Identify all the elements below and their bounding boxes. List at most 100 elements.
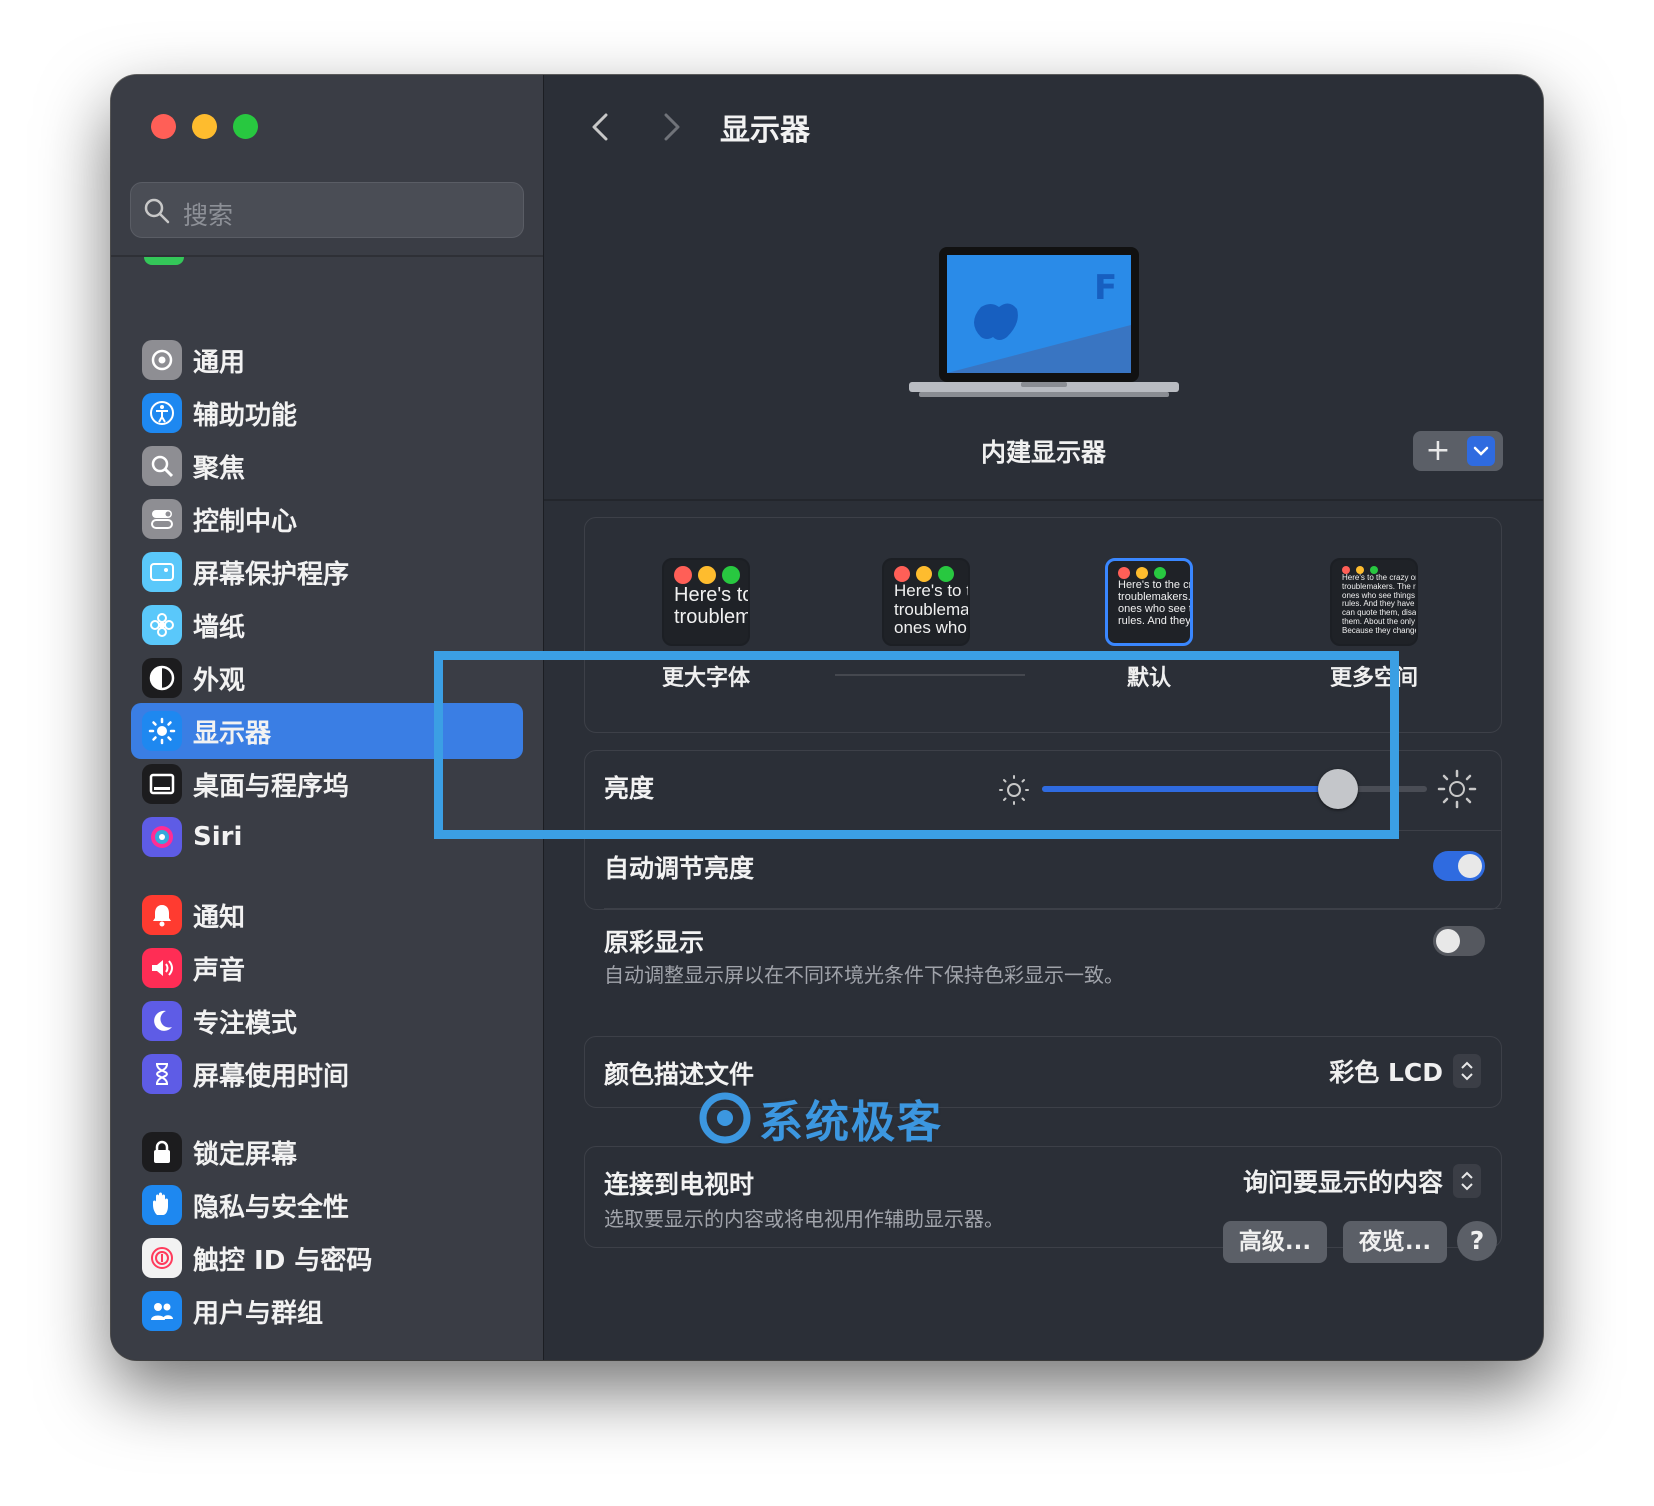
true-tone-description: 自动调整显示屏以在不同环境光条件下保持色彩显示一致。 (604, 963, 1124, 987)
sidebar-item-6[interactable]: 外观 (131, 650, 523, 706)
appearance-icon (142, 658, 182, 698)
sidebar-item-17[interactable]: 用户与群组 (131, 1283, 523, 1339)
sidebar-item-label: 触控 ID 与密码 (193, 1245, 373, 1276)
up-down-chevron-icon (1453, 1054, 1481, 1088)
window-controls (151, 114, 258, 139)
forward-chevron-icon[interactable] (656, 107, 686, 147)
sidebar: 搜索 通用辅助功能聚焦控制中心屏幕保护程序 墙纸外观显示器桌面与程序坞 Siri 通知… (111, 75, 544, 1360)
resolution-label: 默认 (1126, 666, 1171, 691)
sidebar-item-8[interactable]: 桌面与程序坞 (131, 756, 523, 812)
tv-label: 连接到电视时 (604, 1170, 755, 1199)
sidebar-item-label: 墙纸 (193, 612, 246, 643)
toggles-icon (142, 499, 182, 539)
brightness-slider[interactable] (1042, 769, 1427, 809)
sidebar-item-9[interactable]: Siri (131, 809, 523, 865)
resolution-preview-text: Here's to the cr troublemakers. ones who… (1118, 579, 1193, 628)
header-divider (544, 499, 1543, 501)
sidebar-item-label: 桌面与程序坞 (193, 771, 350, 802)
users-icon (142, 1291, 182, 1331)
resolution-preview-text: Here's to the crazy one troublemakers. T… (1342, 573, 1418, 635)
sidebar-item-label: 用户与群组 (193, 1298, 324, 1329)
row-divider (604, 830, 1501, 831)
brightness-knob[interactable] (1318, 769, 1359, 809)
sidebar-item-label: 屏幕使用时间 (193, 1061, 350, 1092)
resolution-option[interactable]: Here's tc troublem 更大字体 (616, 558, 796, 692)
brightness-label: 亮度 (604, 774, 655, 803)
sidebar-item-label: 控制中心 (193, 506, 298, 537)
brightness-panel: 亮度 自动调节亮度 原彩显示 自动调整显示屏以在不同环境光条件下保持色彩显示一致… (584, 750, 1502, 987)
search-placeholder: 搜索 (183, 201, 234, 230)
sidebar-item-label: 屏幕保护程序 (193, 559, 350, 590)
fingerprint-icon (142, 1238, 182, 1278)
watermark-text: 系统极客 (759, 1097, 943, 1148)
tv-popup[interactable]: 询问要显示的内容 (1243, 1163, 1481, 1199)
resolution-track (835, 674, 1025, 676)
chevron-down-icon[interactable] (1467, 436, 1495, 466)
auto-brightness-toggle[interactable] (1433, 851, 1485, 881)
watermark: 系统极客 (697, 1086, 943, 1150)
sidebar-item-label: 聚焦 (193, 453, 246, 484)
sidebar-item-15[interactable]: 隐私与安全性 (131, 1177, 523, 1233)
night-shift-button[interactable]: 夜览... (1343, 1221, 1447, 1263)
resolution-label: 更多空间 (1329, 666, 1418, 691)
sidebar-item-1[interactable]: 辅助功能 (131, 385, 523, 441)
sidebar-item-13[interactable]: 屏幕使用时间 (131, 1046, 523, 1102)
sidebar-item-label: 辅助功能 (193, 400, 298, 431)
back-chevron-icon[interactable] (586, 107, 616, 147)
advanced-button[interactable]: 高级... (1223, 1221, 1327, 1263)
sidebar-item-10[interactable]: 通知 (131, 887, 523, 943)
bell-icon (142, 895, 182, 935)
sidebar-item-label: Siri (193, 822, 243, 852)
sidebar-item-label: 声音 (193, 955, 246, 986)
search-field[interactable]: 搜索 (130, 182, 524, 238)
sidebar-item-7[interactable]: 显示器 (131, 703, 523, 759)
sidebar-item-12[interactable]: 专注模式 (131, 993, 523, 1049)
sidebar-item-3[interactable]: 控制中心 (131, 491, 523, 547)
sidebar-item-label: 通用 (193, 347, 246, 378)
resolution-option[interactable]: Here's to the crazy one troublemakers. T… (1284, 558, 1464, 692)
resolution-preview: Here's to t troublema ones who (882, 558, 970, 646)
resolution-option[interactable]: Here's to t troublema ones who (836, 558, 1016, 660)
settings-window: 搜索 通用辅助功能聚焦控制中心屏幕保护程序 墙纸外观显示器桌面与程序坞 Siri 通知… (111, 75, 1543, 1360)
watermark-logo-icon (699, 1092, 751, 1144)
laptop-icon: F (909, 247, 1179, 397)
sidebar-item-11[interactable]: 声音 (131, 940, 523, 996)
resolution-option[interactable]: Here's to the cr troublemakers. ones who… (1059, 558, 1239, 692)
sidebar-item-0[interactable]: 通用 (131, 332, 523, 388)
gear-icon (142, 340, 182, 380)
sidebar-item-14[interactable]: 锁定屏幕 (131, 1124, 523, 1180)
sidebar-item-2[interactable]: 聚焦 (131, 438, 523, 494)
resolution-preview: Here's tc troublem (662, 558, 750, 646)
row-divider (604, 908, 1501, 909)
resolution-panel: Here's tc troublem 更大字体 Here's to t troubl… (584, 517, 1502, 733)
zoom-window-button[interactable] (233, 114, 258, 139)
flower-icon (142, 605, 182, 645)
resolution-preview-text: Here's to t troublema ones who (894, 581, 970, 638)
scrolled-item-icon (144, 257, 184, 265)
help-button[interactable]: ? (1457, 1221, 1497, 1261)
sidebar-item-5[interactable]: 墙纸 (131, 597, 523, 653)
toggle-knob (1458, 854, 1482, 878)
close-window-button[interactable] (151, 114, 176, 139)
sidebar-item-label: 专注模式 (193, 1008, 298, 1039)
screensaver-icon (142, 552, 182, 592)
color-profile-value: 彩色 LCD (1329, 1058, 1443, 1087)
resolution-preview: Here's to the cr troublemakers. ones who… (1105, 558, 1193, 646)
lock-icon (142, 1132, 182, 1172)
sidebar-item-label: 显示器 (193, 718, 272, 749)
display-name: 内建显示器 (980, 438, 1106, 467)
sidebar-item-4[interactable]: 屏幕保护程序 (131, 544, 523, 600)
sidebar-item-label: 通知 (193, 902, 246, 933)
color-profile-popup[interactable]: 彩色 LCD (1329, 1053, 1481, 1089)
tv-description: 选取要显示的内容或将电视用作辅助显示器。 (604, 1207, 1004, 1231)
siri-icon (142, 817, 182, 857)
resolution-preview-text: Here's tc troublem (674, 584, 750, 628)
sun-icon (142, 711, 182, 751)
plus-icon: + (1425, 433, 1451, 468)
moon-icon (142, 1001, 182, 1041)
minimize-window-button[interactable] (192, 114, 217, 139)
accessibility-icon (142, 393, 182, 433)
sidebar-item-16[interactable]: 触控 ID 与密码 (131, 1230, 523, 1286)
true-tone-toggle[interactable] (1433, 926, 1485, 956)
add-display-button[interactable]: + (1413, 431, 1503, 471)
